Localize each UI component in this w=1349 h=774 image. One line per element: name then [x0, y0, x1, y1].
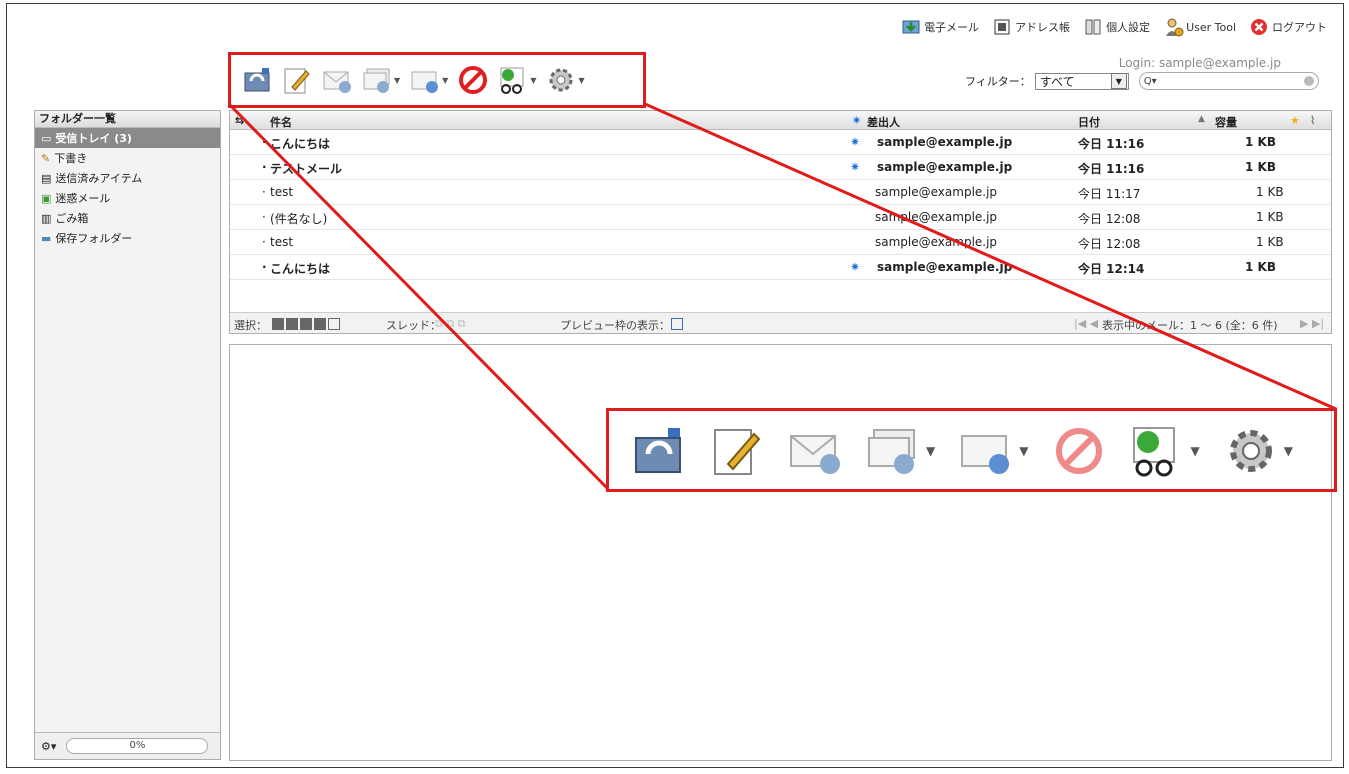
callout-line-left: [227, 102, 610, 491]
app-window: 電子メール アドレス帳 個人設定 User Tool ログアウト Login: …: [6, 3, 1344, 768]
callout-lines: [227, 102, 1337, 491]
callout-line-right: [644, 102, 1337, 411]
